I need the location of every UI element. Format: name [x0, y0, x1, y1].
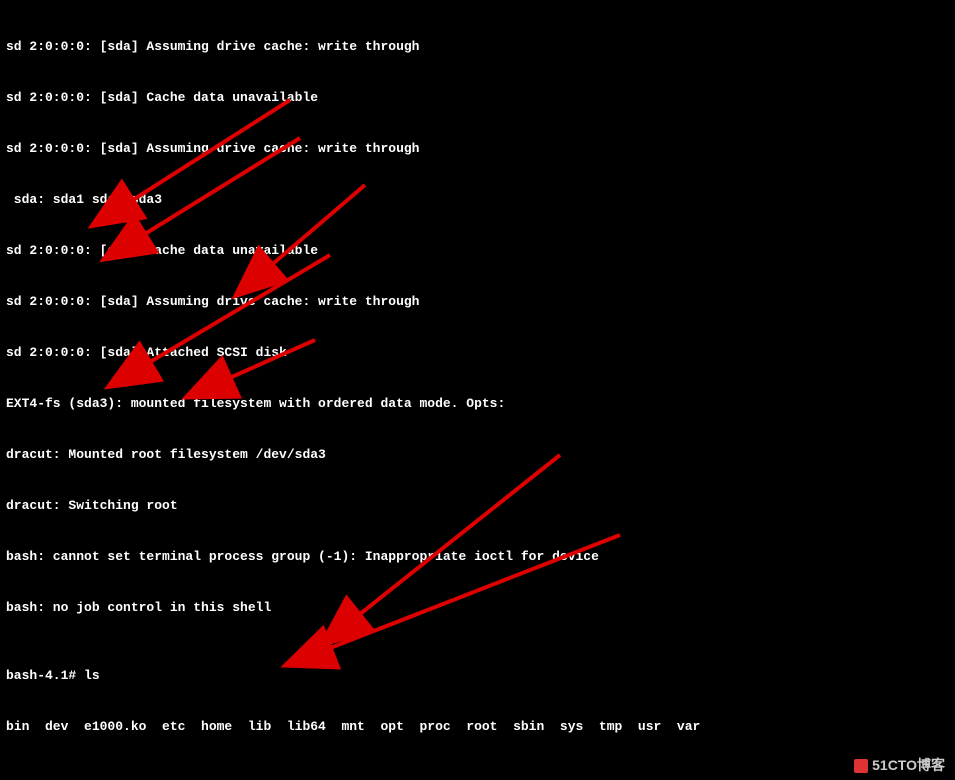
boot-line: sd 2:0:0:0: [sda] Assuming drive cache: … — [6, 140, 949, 157]
boot-line: bash: cannot set terminal process group … — [6, 548, 949, 565]
boot-line: EXT4-fs (sda3): mounted filesystem with … — [6, 395, 949, 412]
boot-line: sd 2:0:0:0: [sda] Assuming drive cache: … — [6, 293, 949, 310]
boot-line: sd 2:0:0:0: [sda] Cache data unavailable — [6, 242, 949, 259]
terminal[interactable]: sd 2:0:0:0: [sda] Assuming drive cache: … — [0, 0, 955, 780]
boot-line: sd 2:0:0:0: [sda] Assuming drive cache: … — [6, 38, 949, 55]
boot-line: dracut: Mounted root filesystem /dev/sda… — [6, 446, 949, 463]
watermark: 51CTO博客 — [854, 757, 945, 774]
prompt-line: bash-4.1# ls — [6, 667, 949, 684]
boot-line: sd 2:0:0:0: [sda] Attached SCSI disk — [6, 344, 949, 361]
cmd-ls: ls — [84, 668, 100, 683]
boot-line: bash: no job control in this shell — [6, 599, 949, 616]
ls-output: bin dev e1000.ko etc home lib lib64 mnt … — [6, 718, 949, 735]
prompt: bash-4.1# — [6, 668, 84, 683]
logo-icon — [854, 759, 868, 773]
boot-line: sd 2:0:0:0: [sda] Cache data unavailable — [6, 89, 949, 106]
watermark-text: 51CTO博客 — [872, 757, 945, 774]
boot-line: sda: sda1 sda2 sda3 — [6, 191, 949, 208]
boot-line: dracut: Switching root — [6, 497, 949, 514]
